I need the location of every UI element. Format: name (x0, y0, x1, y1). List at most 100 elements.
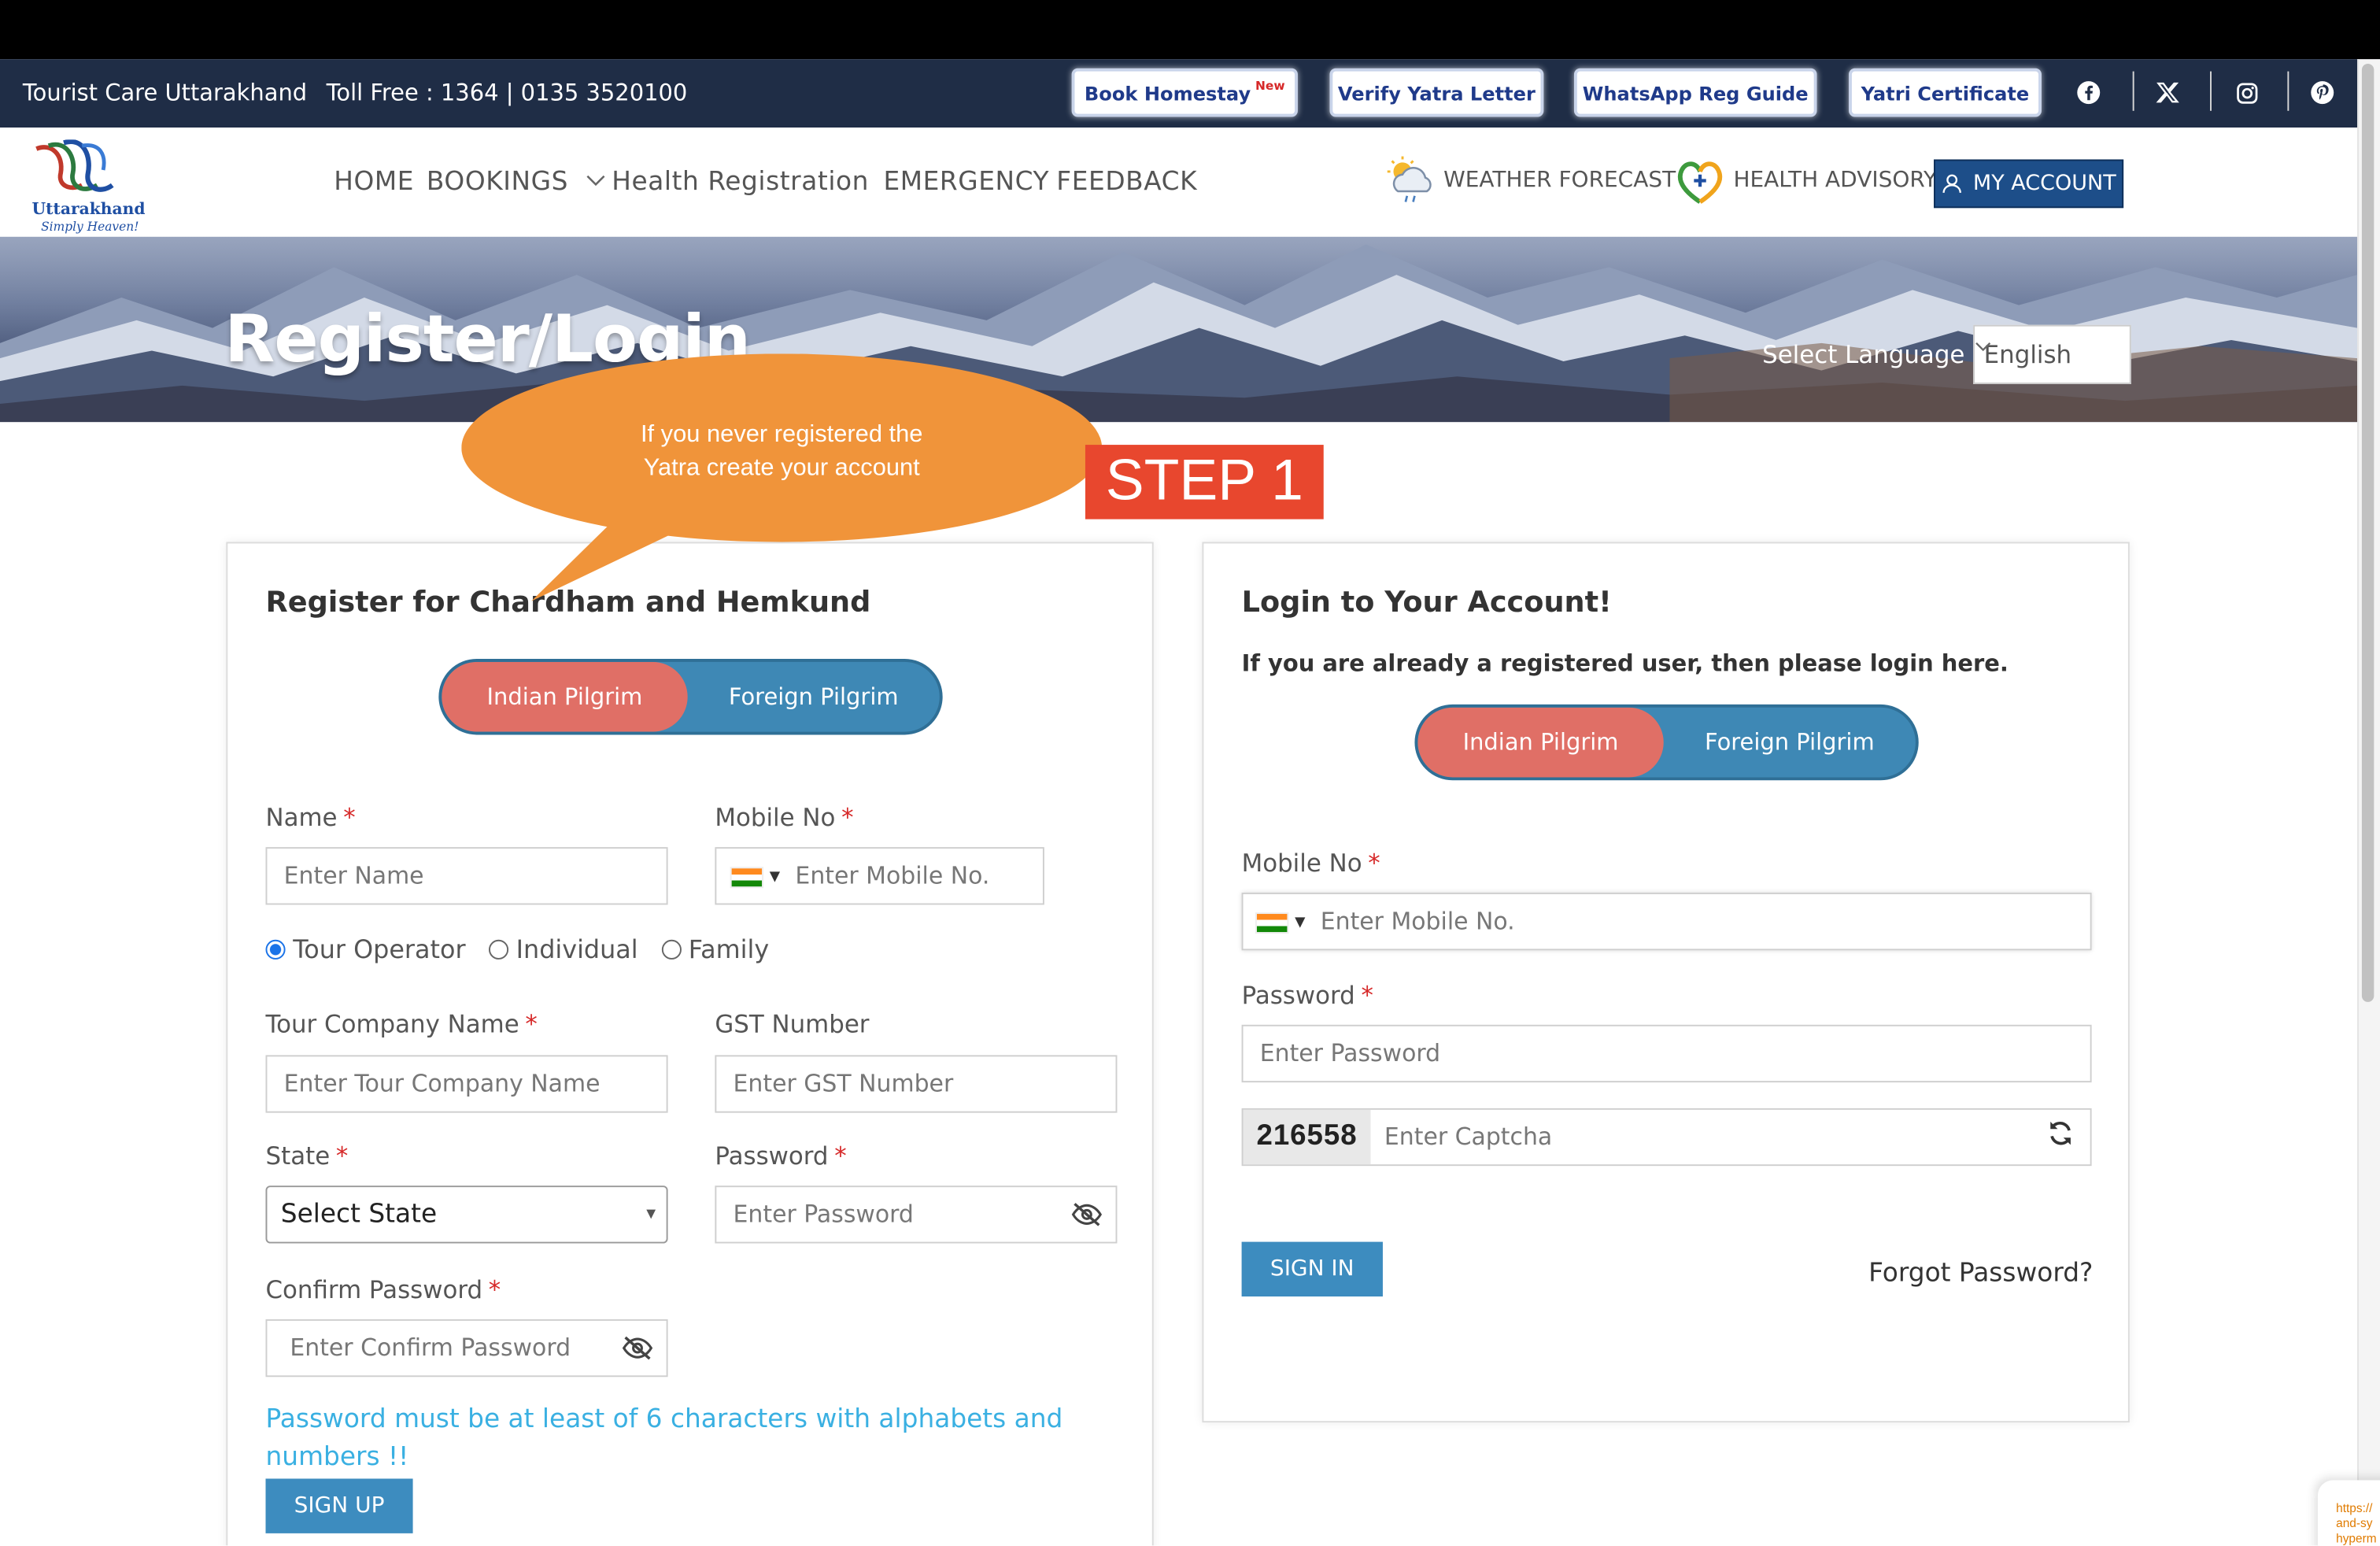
state-select-value: Select State (280, 1199, 438, 1230)
yatri-certificate-button[interactable]: Yatri Certificate (1849, 68, 2042, 117)
scrollbar-thumb[interactable] (2361, 64, 2374, 1002)
caret-down-icon[interactable]: ▼ (1295, 915, 1305, 930)
verify-yatra-letter-label: Verify Yatra Letter (1337, 81, 1536, 105)
radio-tour-operator-label: Tour Operator (293, 935, 466, 964)
register-password-placeholder: Enter Password (733, 1200, 914, 1229)
new-badge: New (1255, 78, 1285, 92)
radio-selected-icon[interactable] (265, 939, 286, 960)
captcha-input[interactable]: Enter Captcha (1371, 1123, 2030, 1151)
caret-down-icon[interactable]: ▼ (770, 869, 780, 884)
select-language-label: Select Language (1762, 340, 1965, 369)
whatsapp-reg-guide-button[interactable]: WhatsApp Reg Guide (1573, 68, 1817, 117)
logo-tagline: Simply Heaven! (41, 220, 139, 235)
radio-family-label: Family (688, 935, 770, 964)
logo-name: Uttarakhand (31, 200, 146, 219)
register-indian-pilgrim-tab[interactable]: Indian Pilgrim (442, 661, 688, 732)
register-foreign-pilgrim-tab[interactable]: Foreign Pilgrim (688, 662, 940, 732)
login-title: Login to Your Account! (1241, 586, 1612, 620)
nav-health-registration[interactable]: Health Registration (612, 167, 869, 198)
required-marker: * (488, 1275, 501, 1304)
callout-text: If you never registered the Yatra create… (531, 419, 1032, 486)
india-flag-icon[interactable] (1255, 912, 1289, 934)
facebook-icon[interactable] (2071, 75, 2107, 111)
radio-individual-label: Individual (516, 935, 638, 964)
user-icon (1942, 174, 1961, 194)
divider (2287, 71, 2289, 111)
login-indian-pilgrim-tab[interactable]: Indian Pilgrim (1417, 707, 1664, 778)
eye-slash-icon[interactable] (621, 1334, 654, 1362)
divider (2210, 71, 2212, 111)
nav-emergency[interactable]: EMERGENCY (883, 167, 1049, 198)
login-card: Login to Your Account! If you are alread… (1202, 542, 2130, 1423)
radio-tour-operator[interactable]: Tour Operator (265, 935, 466, 964)
sign-up-button[interactable]: SIGN UP (265, 1478, 413, 1533)
radio-family[interactable]: Family (661, 935, 769, 964)
health-advisory-link[interactable]: HEALTH ADVISORY (1733, 168, 1937, 193)
required-marker: * (834, 1141, 847, 1171)
gst-input[interactable]: Enter GST Number (715, 1055, 1118, 1113)
corner-chat-widget[interactable]: https://and-sy hyperm (2317, 1480, 2380, 1546)
login-mobile-label-text: Mobile No (1241, 849, 1362, 878)
register-mobile-label-text: Mobile No (715, 803, 836, 832)
uttarakhand-logo[interactable]: Uttarakhand Simply Heaven! (28, 139, 149, 234)
yatri-certificate-label: Yatri Certificate (1861, 81, 2030, 105)
health-heart-icon (1676, 160, 1724, 205)
pinterest-icon[interactable] (2304, 75, 2341, 111)
login-mobile-input[interactable]: ▼ Enter Mobile No. (1241, 893, 2092, 951)
my-account-button[interactable]: MY ACCOUNT (1934, 159, 2124, 209)
radio-individual[interactable]: Individual (488, 935, 638, 964)
password-hint: Password must be at least of 6 character… (265, 1404, 1063, 1473)
refresh-captcha-icon[interactable] (2030, 1118, 2090, 1156)
language-select[interactable]: English (1973, 324, 2131, 384)
captcha-code: 216558 (1243, 1109, 1371, 1165)
login-mobile-placeholder: Enter Mobile No. (1320, 908, 1515, 936)
confirm-password-label-text: Confirm Password (265, 1275, 483, 1304)
radio-unselected-icon[interactable] (488, 939, 509, 960)
confirm-password-label: Confirm Password * (266, 1275, 501, 1304)
verify-yatra-letter-button[interactable]: Verify Yatra Letter (1329, 68, 1544, 117)
captcha-group: 216558 Enter Captcha (1241, 1108, 2092, 1167)
india-flag-icon[interactable] (730, 866, 764, 888)
login-password-label: Password * (1242, 981, 1373, 1010)
weather-forecast-link[interactable]: WEATHER FORECAST (1443, 168, 1676, 193)
gst-label: GST Number (715, 1009, 870, 1039)
register-password-label-text: Password (715, 1141, 829, 1171)
whatsapp-reg-guide-label: WhatsApp Reg Guide (1582, 81, 1809, 105)
caret-down-icon: ▼ (646, 1207, 656, 1221)
name-input[interactable]: Enter Name (265, 847, 668, 905)
radio-unselected-icon[interactable] (661, 939, 682, 960)
x-icon[interactable] (2149, 75, 2186, 111)
state-select[interactable]: Select State ▼ (265, 1185, 668, 1244)
nav-feedback[interactable]: FEEDBACK (1056, 167, 1197, 198)
sign-in-button[interactable]: SIGN IN (1241, 1241, 1383, 1297)
register-pilgrim-toggle: Indian Pilgrim Foreign Pilgrim (438, 659, 943, 735)
login-foreign-pilgrim-tab[interactable]: Foreign Pilgrim (1664, 708, 1916, 778)
eye-slash-icon[interactable] (1070, 1201, 1103, 1229)
required-marker: * (1368, 849, 1380, 878)
instagram-icon[interactable] (2228, 75, 2264, 111)
company-label: Tour Company Name * (266, 1010, 538, 1039)
confirm-password-input[interactable]: Enter Confirm Password (265, 1319, 668, 1378)
step-label: STEP 1 (1085, 445, 1324, 520)
nav-bookings-label: BOOKINGS (426, 167, 569, 198)
state-label: State * (266, 1141, 349, 1171)
login-password-label-text: Password (1241, 980, 1355, 1010)
company-input[interactable]: Enter Tour Company Name (265, 1055, 668, 1113)
required-marker: * (841, 803, 854, 832)
top-info-bar: Tourist Care Uttarakhand Toll Free : 136… (0, 59, 2380, 128)
state-label-text: State (265, 1141, 331, 1171)
login-password-input[interactable]: Enter Password (1241, 1024, 2092, 1083)
forgot-password-link[interactable]: Forgot Password? (1868, 1259, 2093, 1289)
register-password-label: Password * (715, 1141, 846, 1171)
site-name: Tourist Care Uttarakhand (22, 79, 308, 107)
callout-line-2: Yatra create your account (643, 455, 920, 482)
register-mobile-placeholder: Enter Mobile No. (795, 862, 990, 890)
register-card: Register for Chardham and Hemkund Indian… (226, 542, 1154, 1546)
register-password-input[interactable]: Enter Password (715, 1185, 1118, 1244)
register-mobile-input[interactable]: ▼ Enter Mobile No. (715, 847, 1044, 905)
required-marker: * (343, 803, 356, 832)
main-navigation: Uttarakhand Simply Heaven! HOME BOOKINGS… (0, 128, 2380, 237)
nav-home[interactable]: HOME (334, 167, 414, 198)
book-homestay-button[interactable]: Book Homestay New (1071, 68, 1298, 117)
nav-bookings[interactable]: BOOKINGS (427, 167, 606, 198)
